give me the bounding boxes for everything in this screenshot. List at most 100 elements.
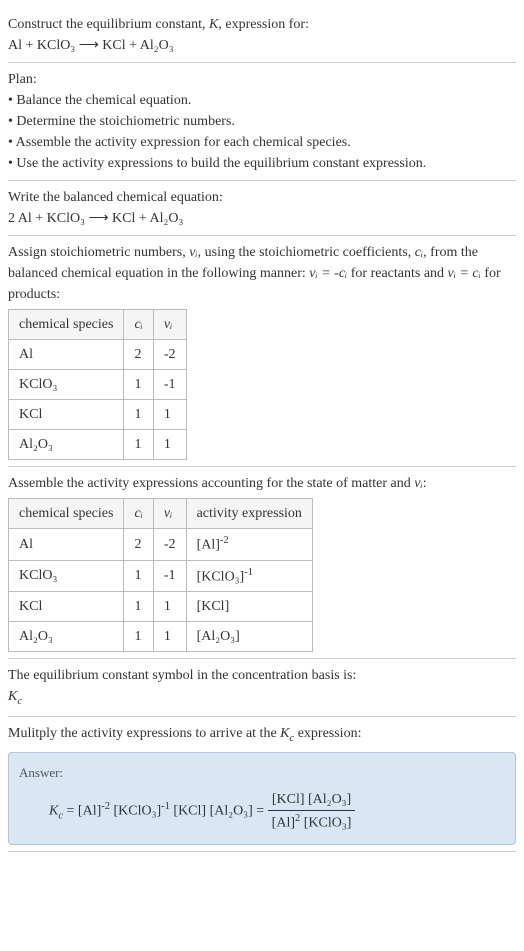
final-heading-text-2: expression:: [294, 726, 361, 741]
den-b: [KClO₃]: [300, 816, 351, 831]
intro-section: Construct the equilibrium constant, K, e…: [8, 8, 516, 63]
cell: 1: [153, 430, 186, 460]
col-nui: νᵢ: [153, 310, 186, 340]
table-row: Al 2 -2: [9, 340, 187, 370]
activity-heading: Assemble the activity expressions accoun…: [8, 473, 516, 494]
nui-header-2: νᵢ: [164, 506, 172, 521]
kc-sub: c: [17, 696, 22, 707]
numerator: [KCl] [Al₂O₃]: [268, 789, 356, 811]
answer-label: Answer:: [19, 763, 505, 783]
unbalanced-equation: Al + KClO₃ ⟶ KCl + Al₂O₃: [8, 35, 516, 56]
table-header-row: chemical species cᵢ νᵢ activity expressi…: [9, 499, 313, 529]
plan-bullet-3: • Assemble the activity expression for e…: [8, 132, 516, 153]
cell: KClO₃: [9, 560, 124, 592]
stoich-t1: Assign stoichiometric numbers,: [8, 245, 189, 260]
col-species: chemical species: [9, 310, 124, 340]
exp-2: -1: [161, 801, 170, 812]
act-base: [KCl]: [197, 599, 230, 614]
cell: -1: [153, 560, 186, 592]
cell: -1: [153, 370, 186, 400]
cell: -2: [153, 340, 186, 370]
cell: KCl: [9, 592, 124, 622]
rel2: νᵢ = cᵢ: [448, 266, 481, 281]
act-base: [Al₂O₃]: [197, 629, 240, 644]
exp-1: -2: [101, 801, 110, 812]
stoich-t2: , using the stoichiometric coefficients,: [198, 245, 415, 260]
k-symbol: K: [209, 17, 218, 32]
cell: [Al]-2: [186, 529, 312, 561]
table-row: KCl 1 1: [9, 400, 187, 430]
table-row: KClO₃ 1 -1 [KClO₃]-1: [9, 560, 313, 592]
kc-symbol: Kc: [8, 686, 516, 710]
nui-header: νᵢ: [164, 317, 172, 332]
final-heading-text: Mulitply the activity expressions to arr…: [8, 726, 280, 741]
table-row: Al₂O₃ 1 1: [9, 430, 187, 460]
table-row: Al 2 -2 [Al]-2: [9, 529, 313, 561]
ci-header: cᵢ: [134, 317, 142, 332]
cell: -2: [153, 529, 186, 561]
term-2: [KClO₃]: [110, 803, 161, 818]
cell: [Al₂O₃]: [186, 622, 312, 652]
term-3: [KCl] [Al₂O₃] =: [170, 803, 268, 818]
cell: 1: [124, 370, 153, 400]
stoich-table: chemical species cᵢ νᵢ Al 2 -2 KClO₃ 1 -…: [8, 309, 187, 460]
cell: 2: [124, 529, 153, 561]
col-nui: νᵢ: [153, 499, 186, 529]
act-base: [Al]: [197, 538, 220, 553]
act-exp: -2: [220, 535, 229, 546]
table-header-row: chemical species cᵢ νᵢ: [9, 310, 187, 340]
table-row: Al₂O₃ 1 1 [Al₂O₃]: [9, 622, 313, 652]
cell: 1: [124, 400, 153, 430]
c-i: cᵢ: [415, 245, 423, 260]
cell: 1: [124, 622, 153, 652]
cell: Al: [9, 340, 124, 370]
balanced-section: Write the balanced chemical equation: 2 …: [8, 181, 516, 236]
cell: Al₂O₃: [9, 622, 124, 652]
cell: 1: [124, 560, 153, 592]
symbol-text: The equilibrium constant symbol in the c…: [8, 665, 516, 686]
intro-text-1: Construct the equilibrium constant,: [8, 17, 209, 32]
cell: Al: [9, 529, 124, 561]
nu-i: νᵢ: [189, 245, 197, 260]
cell: 1: [153, 622, 186, 652]
plan-heading: Plan:: [8, 69, 516, 90]
col-ci: cᵢ: [124, 499, 153, 529]
activity-table: chemical species cᵢ νᵢ activity expressi…: [8, 498, 313, 652]
cell: [KClO₃]-1: [186, 560, 312, 592]
den-a: [Al]: [272, 816, 295, 831]
table-row: KClO₃ 1 -1: [9, 370, 187, 400]
symbol-section: The equilibrium constant symbol in the c…: [8, 659, 516, 717]
fraction: [KCl] [Al₂O₃] [Al]2 [KClO₃]: [268, 789, 356, 834]
plan-bullet-2: • Determine the stoichiometric numbers.: [8, 111, 516, 132]
col-species: chemical species: [9, 499, 124, 529]
final-heading: Mulitply the activity expressions to arr…: [8, 723, 516, 747]
col-ci: cᵢ: [124, 310, 153, 340]
final-equation: Kc = [Al]-2 [KClO₃]-1 [KCl] [Al₂O₃] = [K…: [19, 789, 505, 834]
act-exp: -1: [244, 567, 253, 578]
balanced-equation: 2 Al + KClO₃ ⟶ KCl + Al₂O₃: [8, 208, 516, 229]
plan-bullet-4: • Use the activity expressions to build …: [8, 153, 516, 174]
cell: 1: [124, 592, 153, 622]
plan-section: Plan: • Balance the chemical equation. •…: [8, 63, 516, 181]
cell: Al₂O₃: [9, 430, 124, 460]
intro-text-1b: , expression for:: [218, 17, 309, 32]
act-base: [KClO₃]: [197, 569, 245, 584]
col-activity: activity expression: [186, 499, 312, 529]
stoich-text: Assign stoichiometric numbers, νᵢ, using…: [8, 242, 516, 305]
kc-k-2: K: [280, 726, 289, 741]
kc-k: K: [8, 689, 17, 704]
equals-1: =: [63, 803, 78, 818]
stoich-t4: for reactants and: [347, 266, 447, 281]
answer-box: Answer: Kc = [Al]-2 [KClO₃]-1 [KCl] [Al₂…: [8, 752, 516, 844]
ci-header-2: cᵢ: [134, 506, 142, 521]
cell: KClO₃: [9, 370, 124, 400]
plan-bullet-1: • Balance the chemical equation.: [8, 90, 516, 111]
activity-section: Assemble the activity expressions accoun…: [8, 467, 516, 659]
colon: :: [423, 476, 427, 491]
activity-heading-text: Assemble the activity expressions accoun…: [8, 476, 414, 491]
table-row: KCl 1 1 [KCl]: [9, 592, 313, 622]
rel1: νᵢ = -cᵢ: [309, 266, 347, 281]
cell: 1: [153, 592, 186, 622]
denominator: [Al]2 [KClO₃]: [268, 811, 356, 834]
cell: KCl: [9, 400, 124, 430]
